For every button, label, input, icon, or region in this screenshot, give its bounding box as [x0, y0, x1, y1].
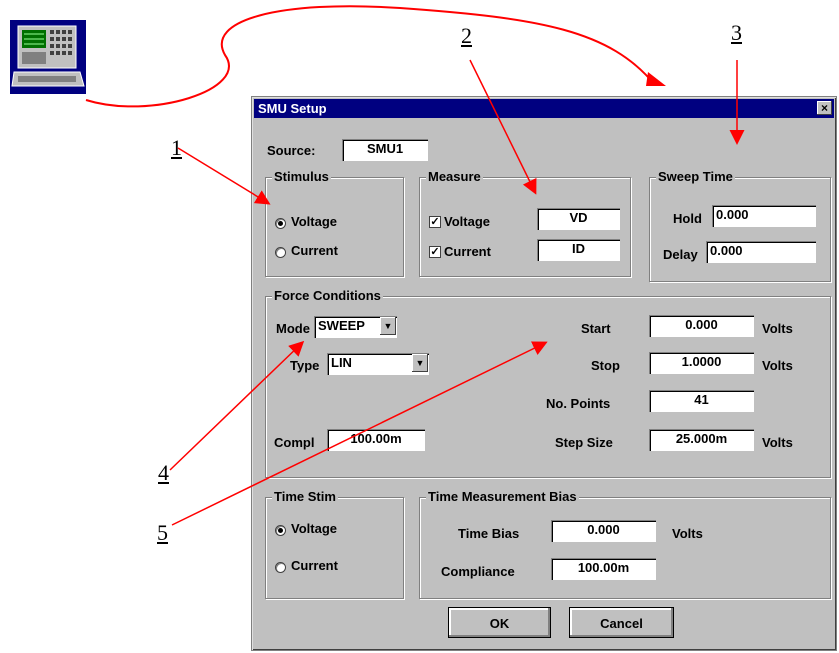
measure-voltage-field[interactable]: VD	[537, 208, 620, 230]
close-button[interactable]: ×	[817, 101, 832, 115]
no-points-field[interactable]: 41	[649, 390, 754, 412]
time-stim-group: Time Stim Voltage Current	[265, 489, 404, 599]
stimulus-voltage-radio[interactable]	[275, 218, 286, 229]
compliance-label: Compliance	[441, 564, 515, 579]
delay-field[interactable]: 0.000	[706, 241, 816, 263]
mode-value: SWEEP	[318, 318, 365, 333]
start-field[interactable]: 0.000	[649, 315, 754, 337]
stimulus-voltage-label: Voltage	[291, 214, 337, 229]
step-size-label: Step Size	[555, 435, 613, 450]
hold-field[interactable]: 0.000	[712, 205, 816, 227]
force-conditions-legend: Force Conditions	[272, 288, 383, 303]
compl-field[interactable]: 100.00m	[327, 429, 425, 451]
title-bar: SMU Setup ×	[254, 99, 834, 118]
time-stim-voltage-label: Voltage	[291, 521, 337, 536]
callout-2: 2	[461, 23, 472, 48]
stimulus-group: Stimulus Voltage Current	[265, 169, 404, 277]
callout-4: 4	[158, 460, 169, 485]
instrument-icon	[10, 20, 86, 94]
measure-current-label: Current	[444, 244, 491, 259]
time-stim-voltage-radio[interactable]	[275, 525, 286, 536]
measure-group: Measure ✓ Voltage VD ✓ Current ID	[419, 169, 631, 277]
mode-select[interactable]: SWEEP ▼	[314, 316, 397, 338]
callout-1: 1	[171, 135, 182, 160]
step-size-field[interactable]: 25.000m	[649, 429, 754, 451]
time-bias-field[interactable]: 0.000	[551, 520, 656, 542]
sweep-time-legend: Sweep Time	[656, 169, 735, 184]
hold-label: Hold	[673, 211, 702, 226]
start-label: Start	[581, 321, 611, 336]
callout-3: 3	[731, 20, 742, 45]
no-points-label: No. Points	[546, 396, 611, 411]
type-label: Type	[290, 358, 320, 373]
stimulus-legend: Stimulus	[272, 169, 331, 184]
cancel-button[interactable]: Cancel	[569, 607, 674, 638]
measure-legend: Measure	[426, 169, 483, 184]
mode-label: Mode	[276, 321, 310, 336]
source-field[interactable]: SMU1	[342, 139, 428, 161]
type-value: LIN	[331, 355, 352, 370]
force-conditions-group: Force Conditions Mode SWEEP ▼ Type LIN ▼…	[265, 288, 831, 478]
stimulus-current-radio[interactable]	[275, 247, 286, 258]
start-unit: Volts	[762, 321, 793, 336]
mode-dropdown-arrow-icon[interactable]: ▼	[380, 317, 396, 335]
smu-setup-dialog: SMU Setup × Source: SMU1 Stimulus Voltag…	[251, 96, 837, 651]
time-stim-legend: Time Stim	[272, 489, 338, 504]
time-bias-unit: Volts	[672, 526, 703, 541]
compliance-field[interactable]: 100.00m	[551, 558, 656, 580]
ok-button[interactable]: OK	[448, 607, 551, 638]
delay-label: Delay	[663, 247, 698, 262]
stimulus-current-label: Current	[291, 243, 338, 258]
stop-unit: Volts	[762, 358, 793, 373]
type-select[interactable]: LIN ▼	[327, 353, 429, 375]
connector-curve	[85, 5, 656, 108]
connector-arrowhead	[646, 72, 666, 86]
measure-current-checkbox[interactable]: ✓	[429, 246, 441, 258]
time-stim-current-label: Current	[291, 558, 338, 573]
sweep-time-group: Sweep Time Hold 0.000 Delay 0.000	[649, 169, 831, 282]
stop-label: Stop	[591, 358, 620, 373]
source-label: Source:	[267, 143, 316, 158]
measure-voltage-label: Voltage	[444, 214, 490, 229]
window-title: SMU Setup	[258, 101, 327, 116]
time-stim-current-radio[interactable]	[275, 562, 286, 573]
type-dropdown-arrow-icon[interactable]: ▼	[412, 354, 428, 372]
step-size-unit: Volts	[762, 435, 793, 450]
measure-voltage-checkbox[interactable]: ✓	[429, 216, 441, 228]
measure-current-field[interactable]: ID	[537, 239, 620, 261]
time-measurement-bias-group: Time Measurement Bias Time Bias 0.000 Vo…	[419, 489, 831, 599]
callout-5: 5	[157, 520, 168, 545]
compl-label: Compl	[274, 435, 315, 450]
time-measurement-bias-legend: Time Measurement Bias	[426, 489, 579, 504]
stop-field[interactable]: 1.0000	[649, 352, 754, 374]
time-bias-label: Time Bias	[458, 526, 520, 541]
